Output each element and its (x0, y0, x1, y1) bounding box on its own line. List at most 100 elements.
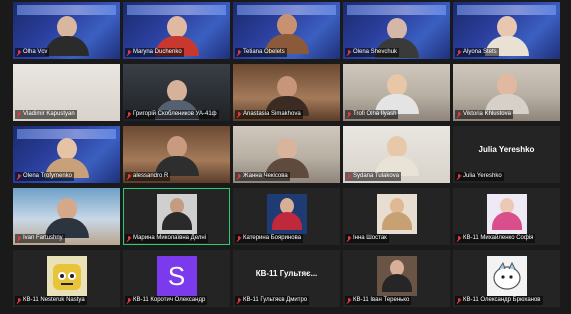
participant-name: Vladimir Kapustyan (23, 111, 75, 117)
participant-video (44, 198, 89, 238)
participant-name-label: Anastasia Simakhova (235, 110, 303, 119)
participant-name-label: Alyona Stets (455, 48, 499, 57)
participant-name-label: Trofi Olha Ilyash (345, 110, 399, 119)
video-tile[interactable]: Інна Шостак (343, 188, 450, 245)
participant-name-label: Марина Миколаївна Делні (125, 234, 209, 243)
participant-name-label: Olena Trofymenko (15, 172, 75, 181)
participant-name-label: КВ-11 Іван Теренько (345, 296, 412, 305)
muted-mic-icon (127, 173, 131, 180)
participant-name: Tetiana Obelets (243, 49, 285, 55)
video-tile[interactable]: Trofi Olha Ilyash (343, 64, 450, 121)
participant-name-label: Ivan Fartushny (15, 234, 65, 243)
participant-name: Катерина Бояринова (243, 235, 302, 241)
muted-mic-icon (457, 235, 461, 242)
muted-mic-icon (17, 173, 21, 180)
muted-mic-icon (237, 235, 241, 242)
participant-name-label: Maryna Duchenko (125, 48, 184, 57)
participant-name: Жанна Чекісова (243, 173, 288, 179)
participant-name-label: КВ-11 Гультяєв Дмитро (235, 296, 310, 305)
participant-name-label: Григорій Скоблеников УА-41ф (125, 110, 219, 119)
video-grid: Olha Vcv Maryna Duchenko Tetiana Obelets… (13, 0, 560, 314)
participant-name: КВ-11 Іван Теренько (353, 297, 410, 303)
video-tile[interactable]: Sydana Tulakova (343, 126, 450, 183)
video-tile[interactable]: КВ-11 Nesteruk Nastya (13, 250, 120, 307)
profile-picture (376, 194, 417, 234)
muted-mic-icon (127, 49, 131, 56)
video-tile[interactable]: Катерина Бояринова (233, 188, 340, 245)
video-tile[interactable]: КВ-11 Іван Теренько (343, 250, 450, 307)
initial-avatar: S (156, 256, 197, 296)
participant-name-label: КВ-11 Михайленко Софія (455, 234, 536, 243)
participant-name: Інна Шостак (353, 235, 387, 241)
video-tile[interactable]: alessandro R (123, 126, 230, 183)
participant-name: Anastasia Simakhova (243, 111, 301, 117)
muted-mic-icon (237, 111, 241, 118)
video-tile[interactable]: Григорій Скоблеников УА-41ф (123, 64, 230, 121)
video-tile[interactable]: Olena Trofymenko (13, 126, 120, 183)
active-speaker-tile[interactable]: Марина Миколаївна Делні (123, 188, 230, 245)
video-tile[interactable]: Olha Vcv (13, 2, 120, 59)
video-tile[interactable]: Julia Yereshko Julia Yereshko (453, 126, 560, 183)
video-tile[interactable]: Anastasia Simakhova (233, 64, 340, 121)
muted-mic-icon (237, 297, 241, 304)
participant-name-label: КВ-11 Коротич Олександр (125, 296, 208, 305)
participant-name: Olha Vcv (23, 49, 48, 55)
participant-name-label: Olena Shevchuk (345, 48, 400, 57)
muted-mic-icon (127, 297, 131, 304)
video-tile[interactable]: КВ-11 Олександр Брюханов (453, 250, 560, 307)
profile-picture (266, 194, 307, 234)
video-tile[interactable]: Жанна Чекісова (233, 126, 340, 183)
muted-mic-icon (347, 235, 351, 242)
video-tile[interactable]: Alyona Stets (453, 2, 560, 59)
video-tile[interactable]: Olena Shevchuk (343, 2, 450, 59)
video-tile[interactable]: Tetiana Obelets (233, 2, 340, 59)
participant-video (374, 74, 419, 114)
participant-name: Ivan Fartushny (23, 235, 63, 241)
participant-name: КВ-11 Nesteruk Nastya (23, 297, 85, 303)
participant-name: Alyona Stets (463, 49, 497, 55)
participant-name: КВ-11 Коротич Олександр (133, 297, 206, 303)
video-tile[interactable]: S КВ-11 Коротич Олександр (123, 250, 230, 307)
participant-name-label: Sydana Tulakova (345, 172, 402, 181)
participant-name-label: Viktoria Khlustova (455, 110, 513, 119)
cartoon-avatar-icon (492, 261, 521, 290)
camera-off-name: Julia Yereshko (478, 145, 535, 154)
participant-name-label: Julia Yereshko (455, 172, 504, 181)
muted-mic-icon (347, 173, 351, 180)
participant-name-label: Інна Шостак (345, 234, 389, 243)
muted-mic-icon (17, 111, 21, 118)
participant-name: Марина Миколаївна Делні (133, 235, 207, 241)
video-tile[interactable]: КВ-11 Гультяє... КВ-11 Гультяєв Дмитро (233, 250, 340, 307)
video-tile[interactable]: Maryna Duchenko (123, 2, 230, 59)
participant-name: Григорій Скоблеников УА-41ф (133, 111, 217, 117)
muted-mic-icon (127, 235, 131, 242)
virtual-background (457, 5, 556, 15)
muted-mic-icon (457, 111, 461, 118)
participant-name-label: Жанна Чекісова (235, 172, 290, 181)
muted-mic-icon (347, 49, 351, 56)
participant-name-label: alessandro R (125, 172, 171, 181)
virtual-background (17, 5, 116, 15)
camera-off-name: КВ-11 Гультяє... (255, 269, 318, 278)
virtual-background (347, 5, 446, 15)
video-tile[interactable]: Vladimir Kapustyan (13, 64, 120, 121)
muted-mic-icon (457, 173, 461, 180)
video-tile[interactable]: Viktoria Khlustova (453, 64, 560, 121)
participant-name: Trofi Olha Ilyash (353, 111, 397, 117)
participant-name: Maryna Duchenko (133, 49, 182, 55)
muted-mic-icon (17, 49, 21, 56)
participant-name-label: Tetiana Obelets (235, 48, 287, 57)
participant-name-label: КВ-11 Nesteruk Nastya (15, 296, 87, 305)
participant-name-label: КВ-11 Олександр Брюханов (455, 296, 543, 305)
muted-mic-icon (457, 49, 461, 56)
video-tile[interactable]: Ivan Fartushny (13, 188, 120, 245)
video-tile[interactable]: КВ-11 Михайленко Софія (453, 188, 560, 245)
participant-name: КВ-11 Михайленко Софія (463, 235, 534, 241)
profile-picture (486, 256, 527, 296)
profile-picture (486, 194, 527, 234)
cartoon-avatar-icon (52, 264, 81, 290)
participant-video (154, 136, 199, 176)
participant-name: Olena Trofymenko (23, 173, 73, 179)
participant-name-label: Vladimir Kapustyan (15, 110, 77, 119)
virtual-background (127, 5, 226, 15)
